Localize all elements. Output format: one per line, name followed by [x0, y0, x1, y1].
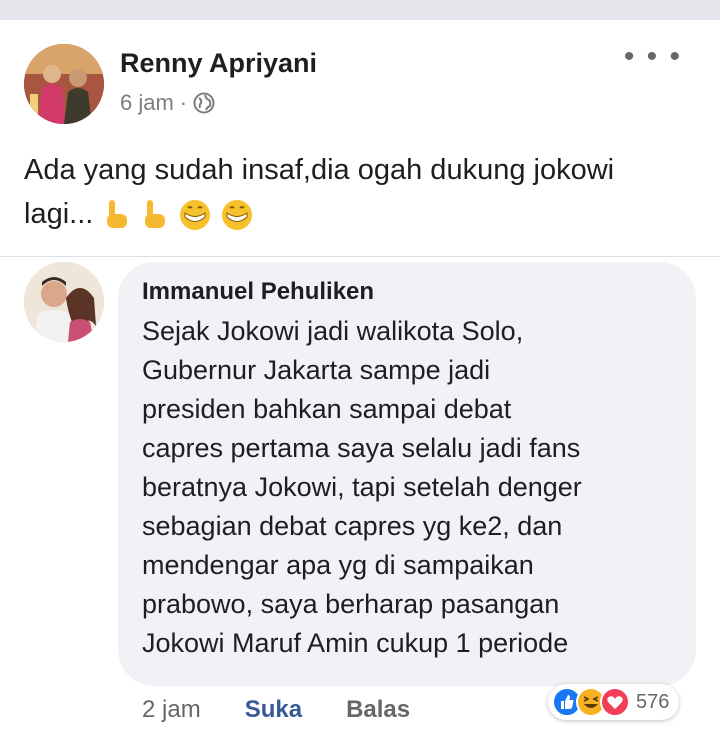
commenter-avatar[interactable]: [24, 262, 104, 342]
post-text-line-2: lagi...: [24, 192, 694, 236]
comment-time[interactable]: 2 jam: [142, 696, 201, 724]
grinning-face-icon: [221, 200, 252, 231]
comment-actions: 2 jam Suka Balas: [142, 696, 454, 724]
post-text: Ada yang sudah insaf,dia ogah dukung jok…: [24, 148, 694, 236]
post-author-name[interactable]: Renny Apriyani: [120, 48, 317, 79]
meta-separator: ·: [179, 90, 188, 115]
pointing-down-icon: [145, 200, 166, 229]
post-header: Renny Apriyani 6 jam · • • •: [24, 38, 696, 128]
comment-line: beratnya Jokowi, tapi setelah denger: [142, 472, 582, 502]
comment-line: Sejak Jokowi jadi walikota Solo,: [142, 316, 524, 346]
love-icon: [600, 687, 630, 717]
reaction-count: 576: [636, 690, 670, 713]
post-text-line-2-text: lagi...: [24, 198, 94, 230]
more-dots-icon: • • •: [623, 40, 682, 73]
post-time[interactable]: 6 jam: [120, 90, 174, 116]
comment-text: Sejak Jokowi jadi walikota Solo, Gubernu…: [142, 312, 682, 663]
reply-button[interactable]: Balas: [346, 696, 410, 724]
comment-line: prabowo, saya berharap pasangan: [142, 589, 560, 619]
like-button[interactable]: Suka: [245, 696, 302, 724]
comment-line: mendengar apa yg di sampaikan: [142, 550, 534, 580]
post-text-line-1: Ada yang sudah insaf,dia ogah dukung jok…: [24, 154, 615, 186]
comment-line: Jokowi Maruf Amin cukup 1 periode: [142, 628, 569, 658]
comment-bubble: Immanuel Pehuliken Sejak Jokowi jadi wal…: [118, 262, 696, 686]
top-strip: [0, 0, 720, 20]
globe-icon: [193, 92, 215, 114]
comment-line: capres pertama saya selalu jadi fans: [142, 433, 581, 463]
pointing-down-icon: [107, 200, 128, 229]
grinning-face-icon: [179, 200, 210, 231]
post-meta: 6 jam ·: [120, 90, 215, 116]
comment-line: Gubernur Jakarta sampe jadi: [142, 355, 491, 385]
reaction-summary[interactable]: 576: [548, 684, 680, 720]
commenter-name[interactable]: Immanuel Pehuliken: [142, 278, 374, 306]
comments-divider: [0, 256, 720, 257]
author-avatar[interactable]: [24, 44, 104, 124]
comment-line: presiden bahkan sampai debat: [142, 394, 512, 424]
more-options-button[interactable]: • • •: [624, 42, 682, 72]
comment-line: sebagian debat capres yg ke2, dan: [142, 511, 563, 541]
